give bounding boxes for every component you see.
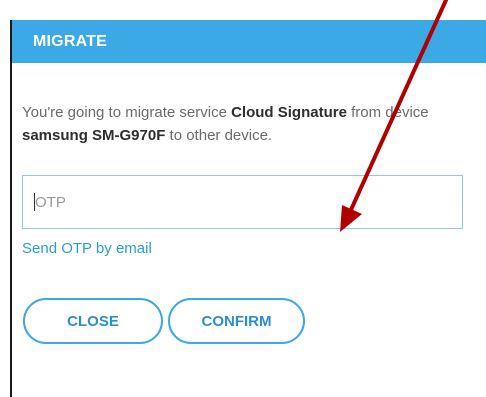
- message-text-1: You're going to migrate service: [22, 104, 232, 121]
- message-text-3: to other device.: [165, 127, 273, 144]
- dialog-header: MIGRATE: [12, 20, 486, 63]
- text-caret: [34, 193, 35, 211]
- migration-message: You're going to migrate service Cloud Si…: [22, 101, 467, 147]
- dialog-title: MIGRATE: [33, 32, 107, 50]
- message-text-2: from device: [346, 104, 429, 121]
- device-name: samsung SM-G970F: [22, 127, 166, 144]
- confirm-button[interactable]: CONFIRM: [168, 298, 305, 344]
- send-otp-by-email-link[interactable]: Send OTP by email: [22, 240, 152, 257]
- service-name: Cloud Signature: [231, 104, 347, 121]
- otp-input[interactable]: [22, 175, 463, 229]
- close-button[interactable]: CLOSE: [23, 298, 163, 344]
